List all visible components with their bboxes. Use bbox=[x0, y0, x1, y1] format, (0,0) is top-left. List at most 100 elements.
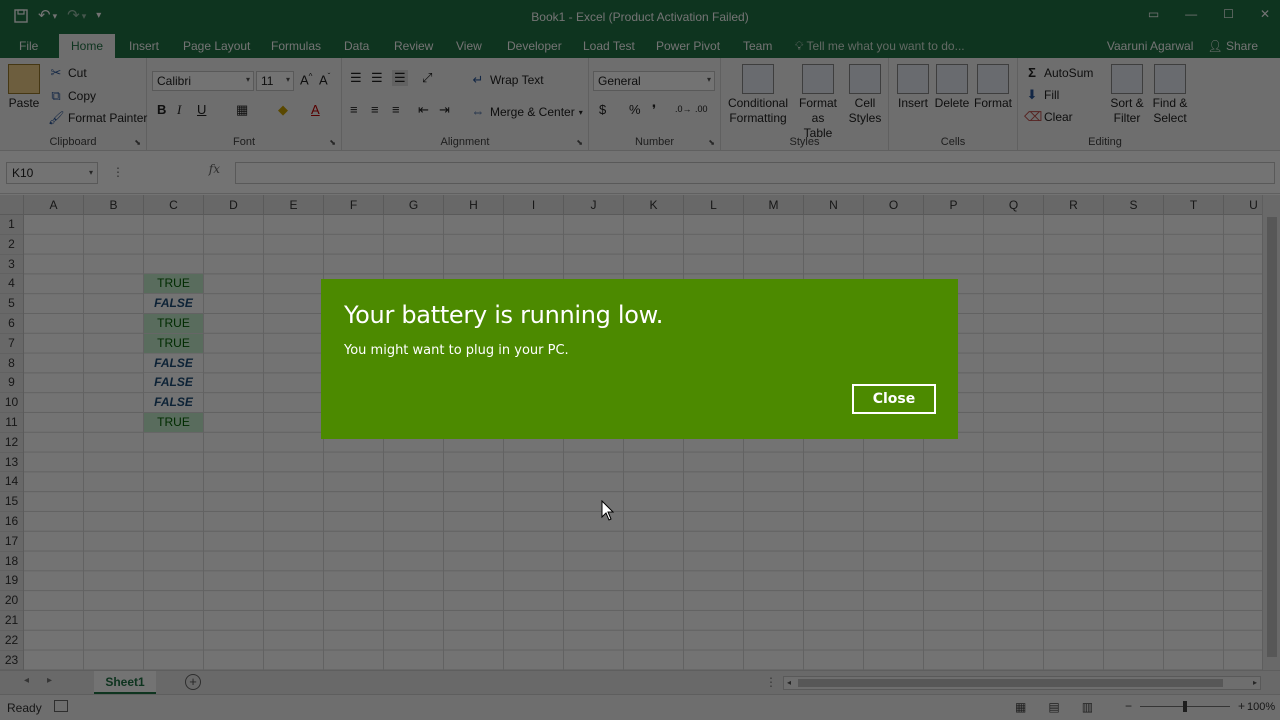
increase-decimal-icon[interactable]: .0→ bbox=[675, 104, 692, 114]
clear-button[interactable]: ⌫ Clear bbox=[1024, 109, 1073, 125]
number-format-select[interactable]: General ▾ bbox=[593, 71, 715, 91]
row-header[interactable]: 19 bbox=[0, 571, 23, 592]
align-center-icon[interactable]: ≡ bbox=[371, 102, 379, 117]
zoom-track[interactable] bbox=[1140, 700, 1231, 712]
column-header[interactable]: O bbox=[864, 195, 924, 214]
scroll-right-icon[interactable]: ▸ bbox=[1253, 677, 1257, 689]
cell[interactable]: TRUE bbox=[144, 333, 203, 353]
row-header[interactable]: 15 bbox=[0, 492, 23, 512]
name-box[interactable]: K10 ▾ bbox=[6, 162, 98, 184]
column-header[interactable]: L bbox=[684, 195, 744, 214]
tab-formulas[interactable]: Formulas bbox=[271, 39, 321, 53]
column-header[interactable]: C bbox=[144, 195, 204, 214]
tab-load-test[interactable]: Load Test bbox=[583, 39, 635, 53]
paste-button[interactable]: Paste bbox=[6, 64, 42, 111]
column-header[interactable]: M bbox=[744, 195, 804, 214]
decrease-indent-icon[interactable]: ⇤ bbox=[418, 102, 429, 118]
row-header[interactable]: 20 bbox=[0, 591, 23, 611]
tab-file[interactable]: File bbox=[19, 39, 38, 53]
column-header[interactable]: N bbox=[804, 195, 864, 214]
column-header[interactable]: E bbox=[264, 195, 324, 214]
sheet-next-icon[interactable]: ▸ bbox=[47, 675, 52, 686]
formula-input[interactable] bbox=[235, 162, 1275, 184]
ribbon-display-icon[interactable]: ▭ bbox=[1148, 7, 1159, 21]
formula-bar-grip[interactable]: ⋮ bbox=[112, 165, 124, 179]
tab-review[interactable]: Review bbox=[394, 39, 433, 53]
row-header[interactable]: 16 bbox=[0, 512, 23, 532]
fill-color-icon[interactable]: ◆ bbox=[278, 102, 288, 118]
orientation-icon[interactable]: ⤢ bbox=[422, 70, 432, 86]
row-header[interactable]: 8 bbox=[0, 354, 23, 374]
cell[interactable]: FALSE bbox=[144, 353, 203, 373]
dialog-launcher-icon[interactable]: ⬊ bbox=[329, 138, 336, 147]
format-as-table-button[interactable]: Format as Table bbox=[792, 64, 844, 141]
page-layout-view-icon[interactable]: ▤ bbox=[1048, 700, 1059, 714]
column-header[interactable]: R bbox=[1044, 195, 1104, 214]
row-header[interactable]: 18 bbox=[0, 552, 23, 572]
row-header[interactable]: 17 bbox=[0, 532, 23, 552]
cell[interactable]: TRUE bbox=[144, 274, 203, 294]
tab-team[interactable]: Team bbox=[743, 39, 772, 53]
column-header[interactable]: K bbox=[624, 195, 684, 214]
row-header[interactable]: 13 bbox=[0, 453, 23, 473]
horizontal-scrollbar[interactable]: ◂ ▸ bbox=[783, 676, 1261, 690]
column-header[interactable]: J bbox=[564, 195, 624, 214]
currency-button[interactable]: $ bbox=[599, 102, 606, 117]
row-header[interactable]: 6 bbox=[0, 314, 23, 334]
add-sheet-icon[interactable]: + bbox=[185, 674, 201, 690]
align-top-icon[interactable]: ☰ bbox=[350, 70, 362, 86]
macro-record-icon[interactable] bbox=[54, 700, 68, 712]
align-right-icon[interactable]: ≡ bbox=[392, 102, 400, 117]
row-header[interactable]: 7 bbox=[0, 334, 23, 354]
cell[interactable]: TRUE bbox=[144, 413, 203, 432]
select-all-button[interactable] bbox=[0, 195, 24, 215]
tab-power-pivot[interactable]: Power Pivot bbox=[656, 39, 720, 53]
copy-button[interactable]: ⧉ Copy bbox=[48, 88, 96, 104]
row-header[interactable]: 22 bbox=[0, 631, 23, 651]
shrink-font-icon[interactable]: Aˇ bbox=[319, 72, 330, 87]
grow-font-icon[interactable]: A^ bbox=[300, 72, 312, 87]
dialog-launcher-icon[interactable]: ⬊ bbox=[134, 138, 141, 147]
zoom-out-icon[interactable]: − bbox=[1125, 699, 1132, 713]
find-select-button[interactable]: Find & Select bbox=[1150, 64, 1190, 126]
cell[interactable]: FALSE bbox=[144, 393, 203, 412]
scroll-left-icon[interactable]: ◂ bbox=[787, 677, 791, 689]
sheet-prev-icon[interactable]: ◂ bbox=[24, 675, 29, 686]
align-left-icon[interactable]: ≡ bbox=[350, 102, 358, 117]
column-header[interactable]: A bbox=[24, 195, 84, 214]
row-header[interactable]: 4 bbox=[0, 274, 23, 295]
cell-styles-button[interactable]: Cell Styles bbox=[845, 64, 885, 126]
tell-me-search[interactable]: 💡︎ Tell me what you want to do... bbox=[795, 39, 965, 54]
close-window-button[interactable]: ✕ bbox=[1260, 7, 1270, 21]
zoom-slider[interactable]: − + bbox=[1125, 699, 1245, 713]
font-name-select[interactable]: Calibri ▾ bbox=[152, 71, 254, 91]
sheet-tab[interactable]: Sheet1 bbox=[94, 671, 156, 694]
row-header[interactable]: 12 bbox=[0, 433, 23, 453]
merge-center-button[interactable]: ⇔ Merge & Center ▾ bbox=[470, 104, 583, 120]
user-name[interactable]: Vaaruni Agarwal bbox=[1107, 39, 1194, 53]
column-header[interactable]: U bbox=[1224, 195, 1262, 214]
row-header[interactable]: 5 bbox=[0, 294, 23, 314]
column-header[interactable]: S bbox=[1104, 195, 1164, 214]
autosum-button[interactable]: Σ AutoSum bbox=[1024, 65, 1093, 81]
row-header[interactable]: 1 bbox=[0, 215, 23, 235]
page-break-view-icon[interactable]: ▥ bbox=[1082, 700, 1093, 714]
font-size-select[interactable]: 11 ▾ bbox=[256, 71, 294, 91]
column-header[interactable]: P bbox=[924, 195, 984, 214]
sort-filter-button[interactable]: Sort & Filter bbox=[1108, 64, 1146, 126]
column-header[interactable]: F bbox=[324, 195, 384, 214]
format-cells-button[interactable]: Format bbox=[974, 64, 1012, 111]
row-header[interactable]: 11 bbox=[0, 413, 23, 433]
fill-button[interactable]: ⬇ Fill bbox=[1024, 87, 1060, 103]
row-header[interactable]: 21 bbox=[0, 611, 23, 631]
tab-data[interactable]: Data bbox=[344, 39, 369, 53]
vertical-scrollbar[interactable] bbox=[1262, 195, 1280, 670]
row-header[interactable]: 9 bbox=[0, 373, 23, 394]
delete-cells-button[interactable]: Delete bbox=[934, 64, 970, 111]
borders-icon[interactable]: ▦ bbox=[236, 102, 248, 118]
insert-function-button[interactable]: fx bbox=[130, 162, 230, 184]
decrease-decimal-icon[interactable]: .00 bbox=[695, 104, 708, 114]
zoom-level[interactable]: 100% bbox=[1247, 701, 1275, 713]
comma-button[interactable]: ❜ bbox=[652, 102, 656, 118]
tab-view[interactable]: View bbox=[456, 39, 482, 53]
